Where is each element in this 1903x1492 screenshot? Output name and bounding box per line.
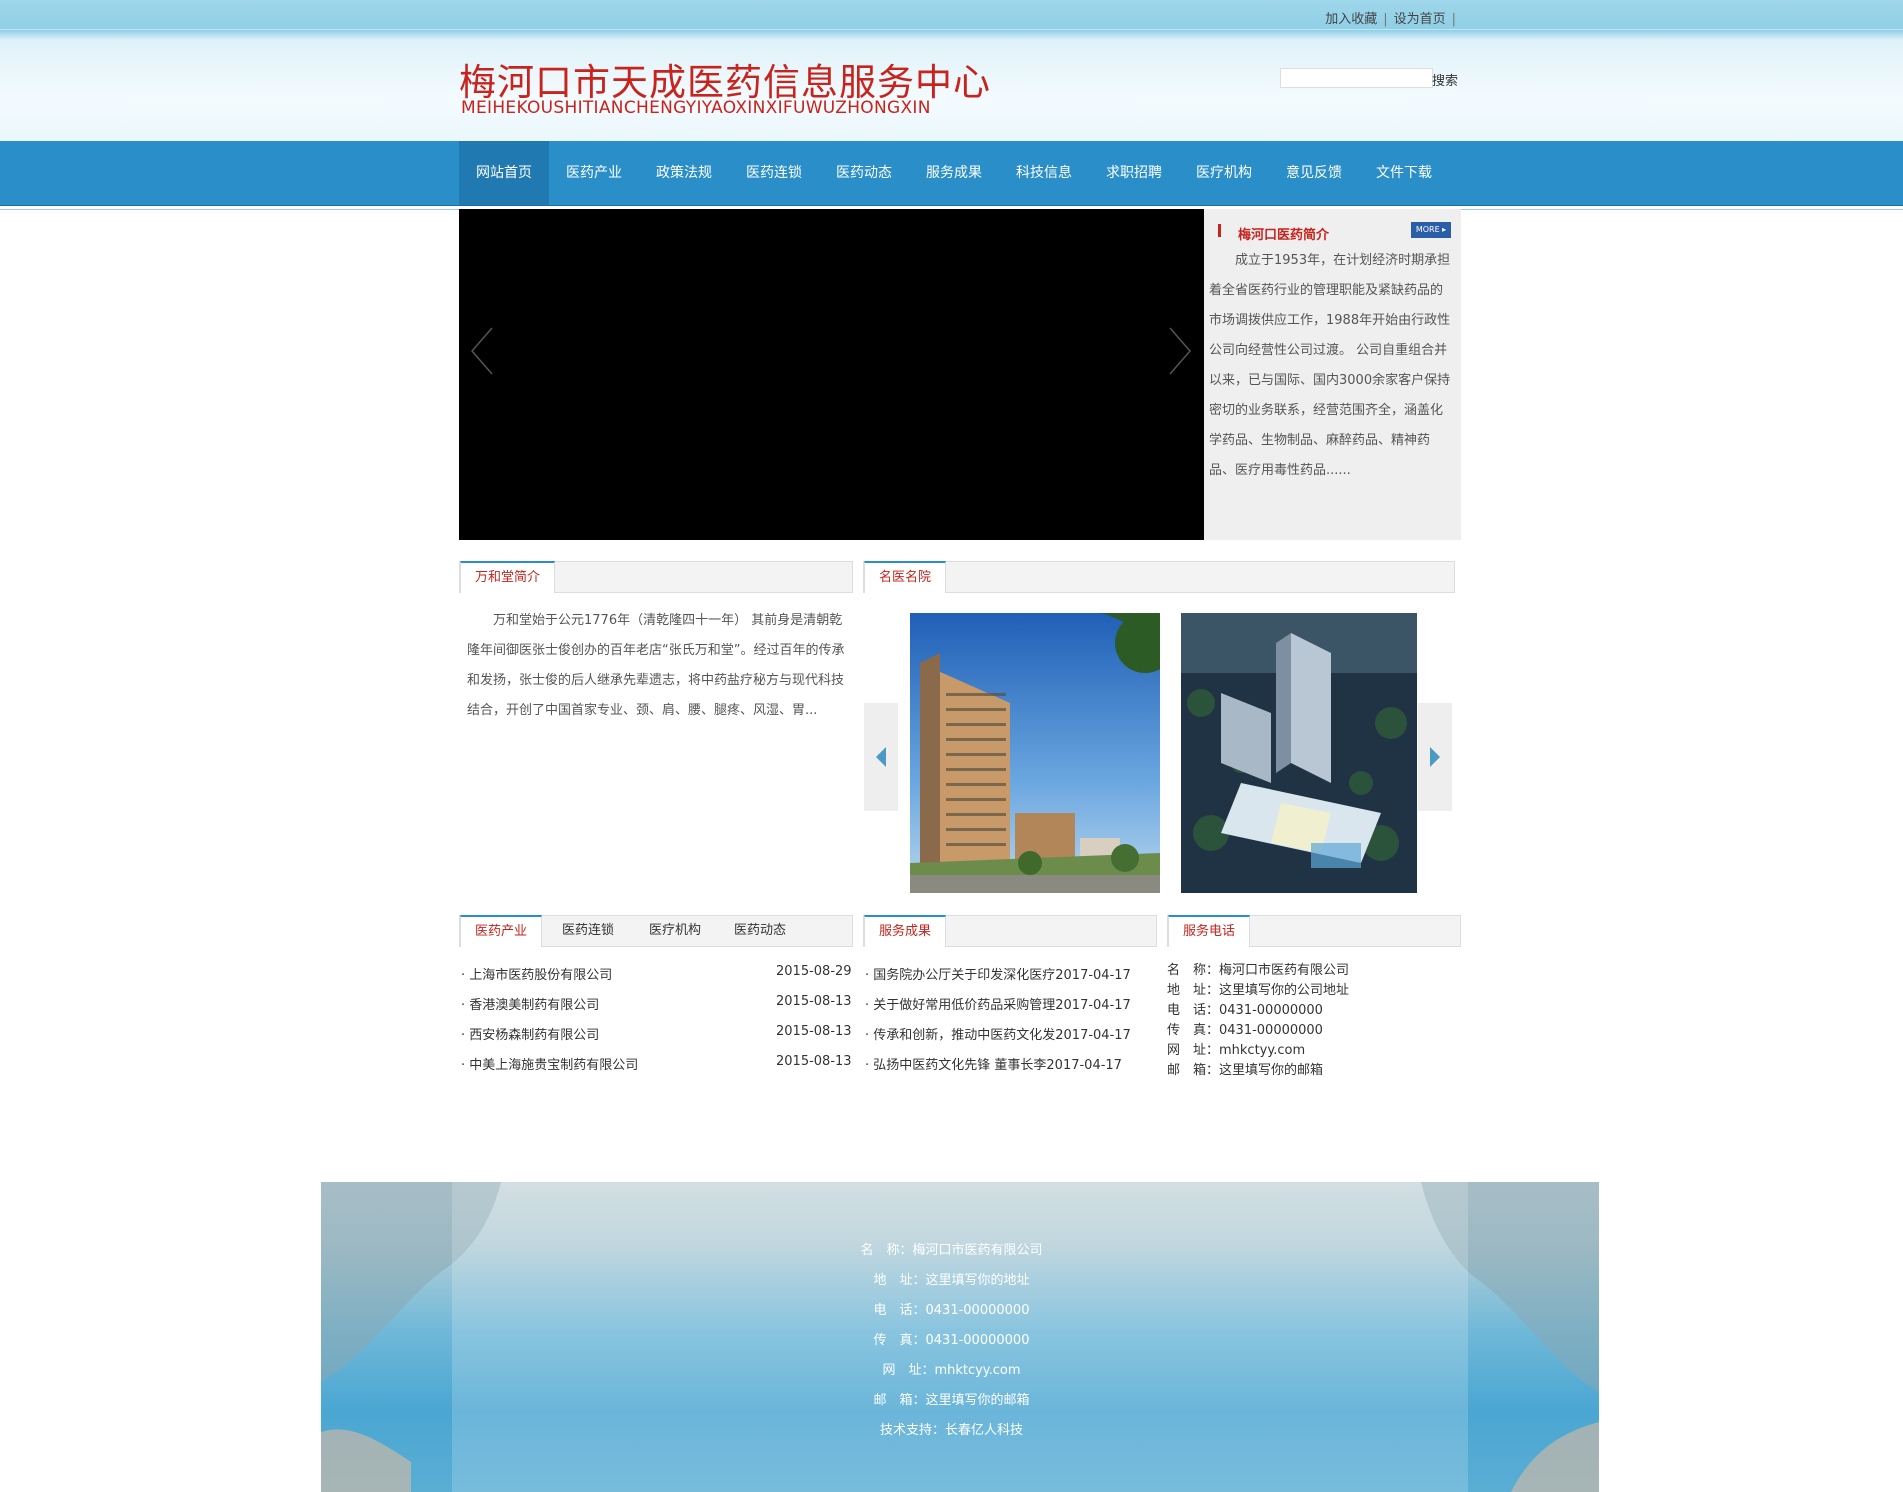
tab-hospitals[interactable]: 名医名院 — [864, 561, 947, 593]
contact-name: 名 称：梅河口市医药有限公司 — [1167, 963, 1350, 978]
footer-company-name: 名 称：梅河口市医药有限公司 — [860, 1243, 1043, 1258]
results-section-header: 服务成果 — [863, 915, 1157, 947]
triangle-left-icon — [876, 747, 886, 767]
intro-title-marker — [1218, 224, 1221, 237]
set-homepage-link[interactable]: 设为首页 — [1394, 12, 1446, 27]
list-item-title[interactable]: · 西安杨森制药有限公司 — [461, 1024, 599, 1043]
nav-item-jobs[interactable]: 求职招聘 — [1089, 141, 1179, 205]
nav-item-home[interactable]: 网站首页 — [459, 141, 549, 205]
list-item-title[interactable]: · 弘扬中医药文化先锋 董事长李2017-04-17 — [865, 1054, 1122, 1073]
list-item-title[interactable]: · 传承和创新，推动中医药文化发2017-04-17 — [865, 1024, 1131, 1043]
contact-email: 邮 箱：这里填写你的邮箱 — [1167, 1063, 1324, 1078]
industry-section-header: 医药产业 医药连锁 医疗机构 医药动态 — [459, 915, 853, 947]
tab-wanhetang[interactable]: 万和堂简介 — [460, 561, 556, 593]
footer-address: 地 址：这里填写你的地址 — [873, 1273, 1030, 1288]
tab-news[interactable]: 医药动态 — [734, 916, 786, 946]
tab-chain[interactable]: 医药连锁 — [562, 916, 614, 946]
footer-fax: 传 真：0431-00000000 — [873, 1333, 1030, 1348]
triangle-right-icon — [1430, 747, 1440, 767]
contact-phone: 电 话：0431-00000000 — [1167, 1003, 1323, 1018]
list-item-title[interactable]: · 国务院办公厅关于印发深化医疗2017-04-17 — [865, 964, 1131, 983]
footer-email: 邮 箱：这里填写你的邮箱 — [873, 1393, 1030, 1408]
topbar-divider — [0, 29, 1903, 30]
footer-tech-support: 技术支持：长春亿人科技 — [879, 1423, 1023, 1438]
contact-fax: 传 真：0431-00000000 — [1167, 1023, 1323, 1038]
chevron-right-icon[interactable] — [1166, 326, 1192, 376]
nav-item-downloads[interactable]: 文件下载 — [1359, 141, 1449, 205]
wanhetang-section-header: 万和堂简介 — [459, 561, 853, 593]
nav-item-news[interactable]: 医药动态 — [819, 141, 909, 205]
list-item-title[interactable]: · 关于做好常用低价药品采购管理2017-04-17 — [865, 994, 1131, 1013]
hospital-photo-2[interactable] — [1181, 613, 1417, 893]
banner-slideshow[interactable] — [459, 209, 1204, 540]
separator: | — [1451, 12, 1456, 27]
tab-industry[interactable]: 医药产业 — [460, 915, 543, 947]
search-input[interactable] — [1280, 68, 1433, 88]
main-nav: 网站首页 医药产业 政策法规 医药连锁 医药动态 服务成果 科技信息 求职招聘 … — [459, 141, 1449, 205]
list-item-date: 2017-04-17 — [1046, 1058, 1122, 1073]
list-item-date: 2015-08-29 — [776, 964, 852, 979]
nav-item-results[interactable]: 服务成果 — [909, 141, 999, 205]
nav-item-tech[interactable]: 科技信息 — [999, 141, 1089, 205]
tab-results[interactable]: 服务成果 — [864, 915, 947, 947]
top-links: 加入收藏 | 设为首页 | — [1325, 8, 1462, 27]
gallery-next-button[interactable] — [1418, 703, 1452, 811]
nav-item-chain[interactable]: 医药连锁 — [729, 141, 819, 205]
list-item-title[interactable]: · 中美上海施贵宝制药有限公司 — [461, 1054, 638, 1073]
tab-phone[interactable]: 服务电话 — [1168, 915, 1251, 947]
phone-section-header: 服务电话 — [1167, 915, 1461, 947]
wanhetang-text: 万和堂始于公元1776年（清乾隆四十一年） 其前身是清朝乾隆年间御医张士俊创办的… — [467, 613, 845, 718]
list-item-date: 2017-04-17 — [1055, 1028, 1131, 1043]
nav-item-industry[interactable]: 医药产业 — [549, 141, 639, 205]
nav-item-feedback[interactable]: 意见反馈 — [1269, 141, 1359, 205]
nav-item-institutions[interactable]: 医疗机构 — [1179, 141, 1269, 205]
tab-institutions[interactable]: 医疗机构 — [649, 916, 701, 946]
intro-title: 梅河口医药简介 — [1238, 228, 1330, 243]
hospitals-section-header: 名医名院 — [863, 561, 1455, 593]
contact-address: 地 址：这里填写你的公司地址 — [1167, 983, 1350, 998]
footer-phone: 电 话：0431-00000000 — [873, 1303, 1030, 1318]
intro-text: 成立于1953年，在计划经济时期承担着全省医药行业的管理职能及紧缺药品的市场调拨… — [1209, 253, 1451, 478]
add-favorite-link[interactable]: 加入收藏 — [1325, 12, 1377, 27]
nav-item-policy[interactable]: 政策法规 — [639, 141, 729, 205]
footer-website: 网 址：mhktcyy.com — [882, 1363, 1021, 1378]
list-item-date: 2017-04-17 — [1055, 998, 1131, 1013]
list-item-date: 2015-08-13 — [776, 1024, 852, 1039]
list-item-date: 2017-04-17 — [1055, 968, 1131, 983]
list-item-title[interactable]: · 上海市医药股份有限公司 — [461, 964, 612, 983]
intro-more-button[interactable]: MORE ▸ — [1411, 222, 1451, 238]
search-button[interactable]: 搜索 — [1432, 70, 1458, 89]
list-item-title[interactable]: · 香港澳美制药有限公司 — [461, 994, 599, 1013]
list-item-date: 2015-08-13 — [776, 1054, 852, 1069]
gallery-prev-button[interactable] — [864, 703, 898, 811]
separator: | — [1383, 12, 1388, 27]
chevron-left-icon[interactable] — [470, 326, 496, 376]
list-item-date: 2015-08-13 — [776, 994, 852, 1009]
site-subtitle: MEIHEKOUSHITIANCHENGYIYAOXINXIFUWUZHONGX… — [461, 98, 931, 118]
contact-website: 网 址：mhkctyy.com — [1167, 1043, 1306, 1058]
hospital-photo-1[interactable] — [910, 613, 1160, 893]
